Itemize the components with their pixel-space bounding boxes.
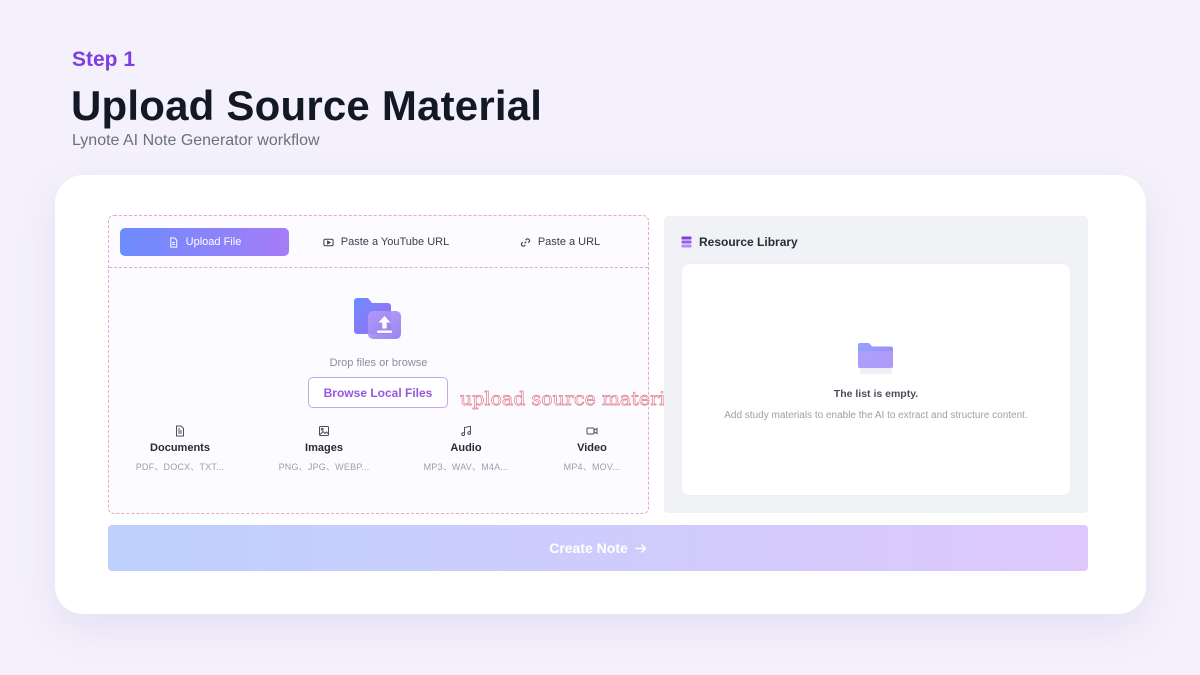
upload-panel: Upload File Paste a YouTube URL Paste a … <box>108 215 683 514</box>
youtube-icon <box>323 238 334 246</box>
music-icon <box>461 425 472 437</box>
folder-upload-icon <box>354 298 401 339</box>
file-type-extensions: PNG、JPG、WEBP... <box>278 462 370 472</box>
create-note-label: Create Note <box>549 540 628 556</box>
resource-library-title: Resource Library <box>699 235 798 249</box>
empty-state-title: The list is empty. <box>833 388 919 400</box>
annotation-label: upload source material <box>460 388 683 411</box>
file-type-extensions: MP4、MOV... <box>563 462 621 472</box>
page-subtitle: Lynote AI Note Generator workflow <box>72 132 320 149</box>
browse-local-files-button[interactable]: Browse Local Files <box>308 377 448 408</box>
image-icon <box>319 426 329 436</box>
file-type-extensions: MP3、WAV、M4A... <box>423 462 509 472</box>
file-type-video: Video MP4、MOV... <box>532 425 652 473</box>
resource-library-header: Resource Library <box>681 235 798 249</box>
file-type-audio: Audio MP3、WAV、M4A... <box>406 425 526 473</box>
file-type-documents: Documents PDF、DOCX、TXT... <box>120 425 240 473</box>
tab-paste-url[interactable]: Paste a URL <box>481 228 639 256</box>
page-title: Upload Source Material <box>71 82 543 129</box>
resource-library-panel: Resource Library The list is empty. Add … <box>664 216 1088 513</box>
empty-folder-icon <box>858 343 893 374</box>
video-icon <box>586 427 598 435</box>
source-tabs: Upload File Paste a YouTube URL Paste a … <box>109 216 648 268</box>
library-stack-icon <box>681 236 692 248</box>
file-type-images: Images PNG、JPG、WEBP... <box>264 425 384 473</box>
empty-state-description: Add study materials to enable the AI to … <box>724 410 1028 421</box>
supported-file-types: Documents PDF、DOCX、TXT... Images PNG、JPG… <box>109 425 648 485</box>
file-type-name: Audio <box>450 442 482 454</box>
drop-hint: Drop files or browse <box>329 357 428 369</box>
workflow-card: Upload File Paste a YouTube URL Paste a … <box>55 175 1146 614</box>
file-icon <box>169 236 177 248</box>
resource-list: The list is empty. Add study materials t… <box>681 263 1071 496</box>
arrow-right-icon <box>635 543 647 553</box>
file-type-name: Video <box>577 442 607 454</box>
file-type-name: Documents <box>150 442 210 454</box>
tab-upload-file[interactable]: Upload File <box>120 228 289 256</box>
document-icon <box>176 425 184 437</box>
tab-youtube-url[interactable]: Paste a YouTube URL <box>301 228 471 256</box>
tab-label: Upload File <box>185 236 242 248</box>
file-type-extensions: PDF、DOCX、TXT... <box>135 462 225 472</box>
tab-label: Paste a URL <box>537 236 601 248</box>
tab-label: Paste a YouTube URL <box>340 236 450 248</box>
link-icon <box>520 237 530 247</box>
step-label: Step 1 <box>72 48 136 71</box>
file-type-name: Images <box>305 442 343 454</box>
create-note-button[interactable]: Create Note <box>108 525 1088 571</box>
